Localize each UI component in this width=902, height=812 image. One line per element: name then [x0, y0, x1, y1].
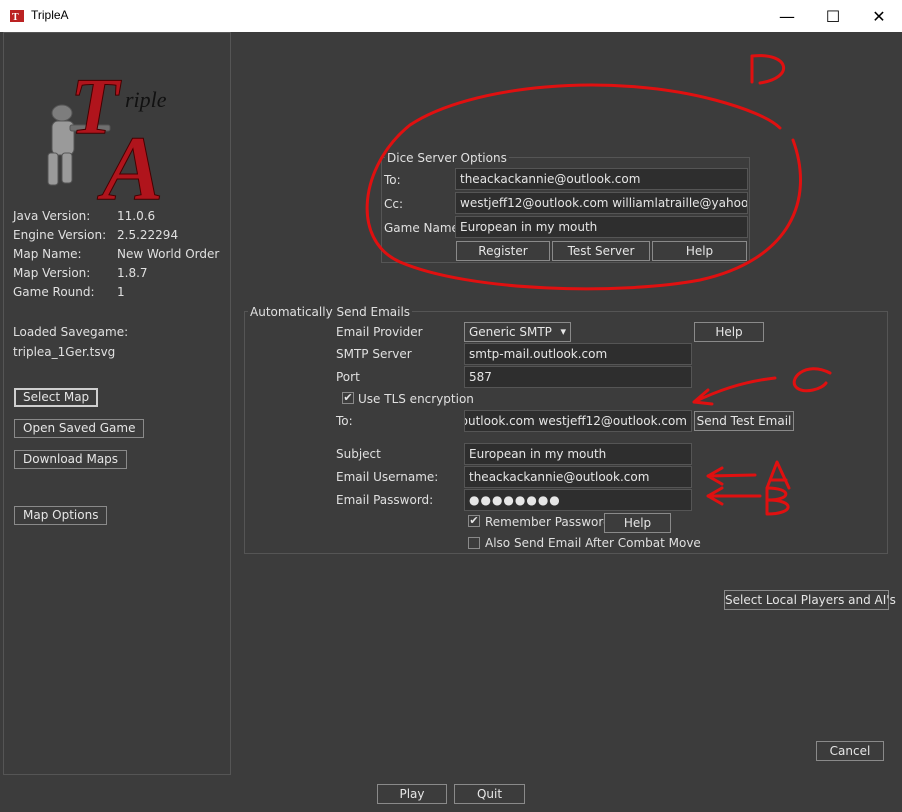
test-server-button[interactable]: Test Server: [552, 241, 650, 261]
port-field[interactable]: 587: [464, 366, 692, 388]
dice-cc-field[interactable]: westjeff12@outlook.com williamlatraille@…: [455, 192, 748, 214]
after-combat-label: Also Send Email After Combat Move: [485, 536, 701, 550]
maximize-icon: ☐: [825, 6, 841, 26]
email-username-label: Email Username:: [336, 470, 439, 484]
email-provider-value: Generic SMTP: [469, 325, 552, 339]
minimize-icon: —: [779, 6, 795, 26]
title-bar: T TripleA — ☐ ✕: [0, 0, 902, 32]
remember-password-label: Remember Password: [485, 515, 611, 529]
subject-field[interactable]: European in my mouth: [464, 443, 692, 465]
info-value: 11.0.6: [117, 209, 156, 223]
maximize-button[interactable]: ☐: [810, 0, 856, 32]
bottom-bar: [0, 775, 902, 812]
email-provider-help-button[interactable]: Help: [694, 322, 764, 342]
game-info-panel: T A riple Java Version: 11.0.6 Engine Vers…: [3, 32, 231, 775]
smtp-server-field[interactable]: smtp-mail.outlook.com: [464, 343, 692, 365]
send-test-email-button[interactable]: Send Test Email: [694, 411, 794, 431]
info-value: 1: [117, 285, 125, 299]
info-label: Game Round:: [13, 285, 95, 299]
minimize-button[interactable]: —: [764, 0, 810, 32]
dice-game-name-label: Game Name:: [384, 221, 463, 235]
quit-button[interactable]: Quit: [454, 784, 525, 804]
close-button[interactable]: ✕: [856, 0, 902, 32]
info-label: Map Name:: [13, 247, 82, 261]
chevron-down-icon: ▾: [560, 325, 566, 338]
annotation-letter-d: [750, 54, 786, 85]
play-button[interactable]: Play: [377, 784, 447, 804]
info-value: 2.5.22294: [117, 228, 179, 242]
download-maps-button[interactable]: Download Maps: [14, 450, 128, 469]
triplea-logo: T A riple: [47, 63, 167, 201]
email-legend: Automatically Send Emails: [248, 305, 413, 319]
email-password-field[interactable]: ●●●●●●●●: [464, 489, 692, 511]
remember-password-checkbox[interactable]: ✔: [468, 515, 480, 527]
smtp-server-label: SMTP Server: [336, 347, 412, 361]
close-icon: ✕: [872, 6, 886, 26]
tls-checkbox[interactable]: ✔: [342, 392, 354, 404]
email-username-field[interactable]: theackackannie@outlook.com: [464, 466, 692, 488]
dice-game-name-field[interactable]: European in my mouth: [455, 216, 748, 238]
email-provider-select[interactable]: Generic SMTP ▾: [464, 322, 571, 342]
checkmark-icon: ✔: [343, 391, 353, 404]
tls-label: Use TLS encryption: [358, 392, 474, 406]
remember-password-help-button[interactable]: Help: [604, 513, 671, 533]
register-button[interactable]: Register: [456, 241, 550, 261]
info-value: 1.8.7: [117, 266, 148, 280]
info-label: Engine Version:: [13, 228, 107, 242]
email-to-label: To:: [336, 414, 353, 428]
savegame-file: triplea_1Ger.tsvg: [13, 345, 116, 359]
select-map-button[interactable]: Select Map: [14, 388, 99, 407]
dice-server-legend: Dice Server Options: [385, 151, 509, 165]
map-options-button[interactable]: Map Options: [14, 506, 108, 525]
port-label: Port: [336, 370, 360, 384]
email-password-label: Email Password:: [336, 493, 434, 507]
svg-text:A: A: [97, 117, 163, 201]
open-saved-game-button[interactable]: Open Saved Game: [14, 419, 145, 438]
dice-help-button[interactable]: Help: [652, 241, 747, 261]
info-label: Java Version:: [13, 209, 91, 223]
email-provider-label: Email Provider: [336, 325, 423, 339]
after-combat-checkbox[interactable]: [468, 537, 480, 549]
savegame-label: Loaded Savegame:: [13, 325, 129, 339]
dice-to-label: To:: [384, 173, 401, 187]
triplea-app-icon: T: [10, 10, 24, 23]
info-label: Map Version:: [13, 266, 91, 280]
svg-text:T: T: [12, 12, 19, 23]
subject-label: Subject: [336, 447, 381, 461]
window-title: TripleA: [31, 8, 69, 22]
email-to-value: theackackannie@outlook.com westjeff12@ou…: [465, 414, 687, 428]
cancel-button[interactable]: Cancel: [816, 741, 884, 761]
checkmark-icon: ✔: [469, 514, 479, 527]
info-value: New World Order: [117, 247, 220, 261]
dice-cc-label: Cc:: [384, 197, 404, 211]
email-to-field[interactable]: theackackannie@outlook.com westjeff12@ou…: [464, 410, 692, 432]
select-local-players-button[interactable]: Select Local Players and AI's: [724, 590, 896, 610]
logo-text: riple: [125, 87, 167, 112]
dice-to-field[interactable]: theackackannie@outlook.com: [455, 168, 748, 190]
